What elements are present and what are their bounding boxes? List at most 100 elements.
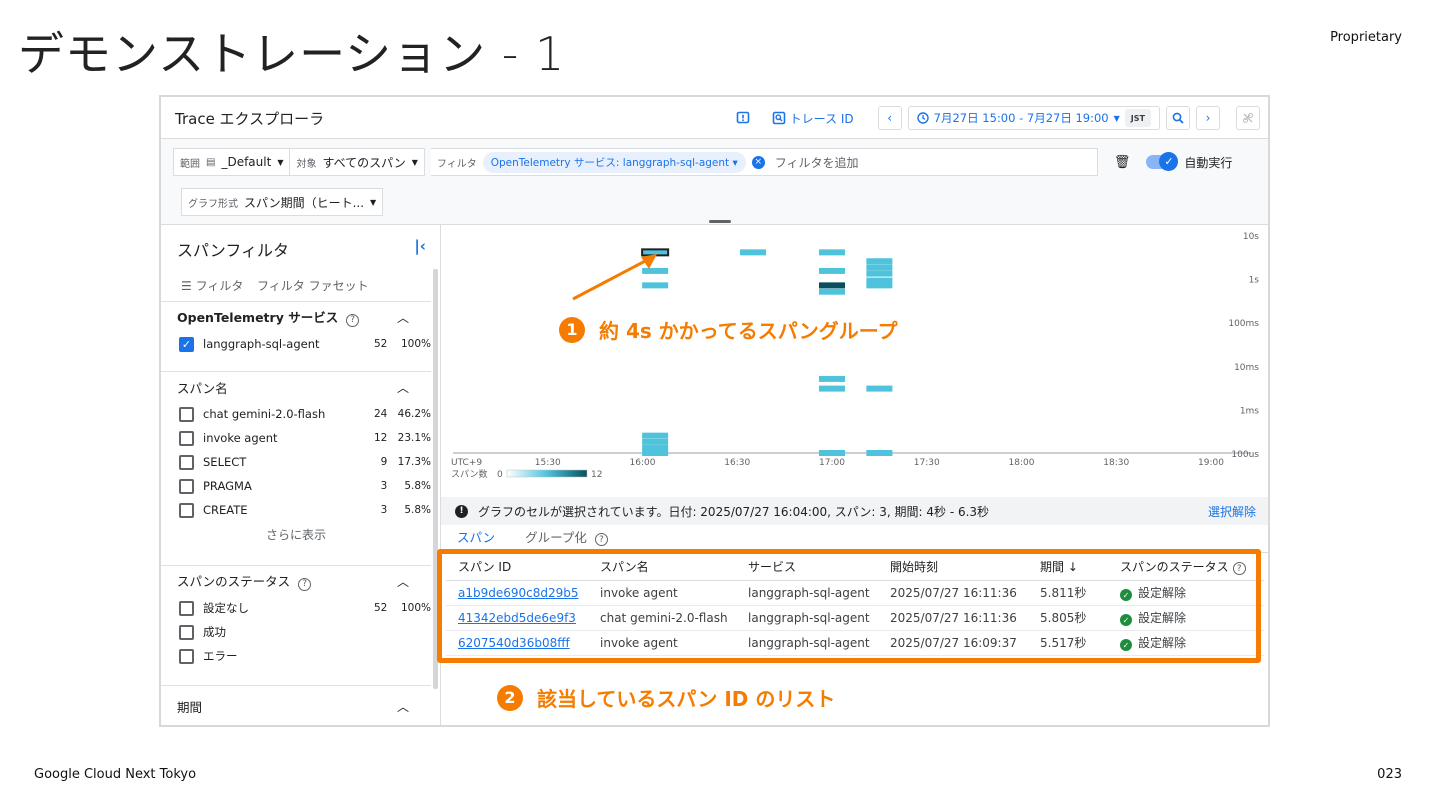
bucket-icon: ▤ (206, 156, 216, 168)
facet-option[interactable]: SELECT 9 17.3% (161, 450, 431, 474)
resize-handle[interactable] (709, 220, 731, 223)
x-tick-label: 16:00 (630, 458, 656, 468)
filter-input-box[interactable]: フィルタ OpenTelemetry サービス: langgraph-sql-a… (430, 148, 1098, 176)
dropdown-caret-icon: ▼ (1113, 113, 1120, 123)
timezone-badge[interactable]: JST (1124, 109, 1151, 127)
facet-header[interactable]: OpenTelemetry サービス ? ︿ (161, 302, 431, 332)
facet-header[interactable]: 期間 ︿ (161, 686, 431, 725)
collapse-sidebar-icon[interactable]: |‹ (414, 237, 426, 255)
highlight-span-list-box (437, 549, 1261, 663)
tab-filter[interactable]: フィルタ (196, 279, 244, 293)
chevron-up-icon[interactable]: ︿ (397, 698, 409, 715)
target-label: 対象 (296, 158, 317, 170)
disable-link-button[interactable] (1236, 106, 1260, 130)
x-tick-label: 15:30 (535, 458, 561, 468)
heatmap-cell (642, 438, 669, 445)
option-count: 24 (373, 408, 388, 420)
heatmap-cell (819, 249, 845, 256)
chevron-left-icon: ‹ (887, 111, 893, 125)
heatmap-cell (740, 249, 767, 256)
checkbox[interactable] (179, 600, 194, 616)
trace-id-button[interactable]: トレース ID (772, 110, 854, 127)
next-range-button[interactable]: › (1196, 106, 1220, 130)
checkbox[interactable] (179, 406, 194, 422)
facet-services: OpenTelemetry サービス ? ︿ ✓ langgraph-sql-a… (161, 301, 431, 356)
clear-selection-button[interactable]: 選択解除 (1208, 503, 1256, 520)
y-tick-label: 1s (1249, 276, 1260, 286)
zoom-button[interactable] (1166, 106, 1190, 130)
selection-message: グラフのセルが選択されています。日付: 2025/07/27 16:04:00,… (478, 504, 990, 519)
option-percent: 17.3% (397, 456, 431, 468)
header-actions: トレース ID ‹ 7月27日 15:00 - 7月27日 19:00 ▼ JS… (736, 105, 1260, 131)
annotation-number: 1 (559, 316, 585, 343)
time-range-value: 7月27日 15:00 - 7月27日 19:00 (933, 111, 1109, 125)
facet-option[interactable]: エラー (161, 644, 431, 668)
feedback-button[interactable] (736, 111, 750, 125)
checkbox[interactable] (179, 430, 194, 446)
option-count: 9 (380, 456, 388, 468)
facet-option[interactable]: 成功 (161, 620, 431, 644)
heatmap-cell (642, 432, 669, 439)
delete-icon[interactable]: 🗑 (1114, 155, 1131, 170)
page-number: 023 (1377, 767, 1402, 782)
facet-title: 期間 (177, 699, 203, 715)
checkbox-checked[interactable]: ✓ (179, 336, 194, 352)
scope-value: _Default (221, 155, 272, 169)
legend-max-label: 12 (591, 470, 602, 480)
prev-range-button[interactable]: ‹ (877, 106, 902, 130)
y-tick-label: 100ms (1228, 319, 1259, 329)
help-icon[interactable]: ? (298, 577, 312, 591)
auto-run-toggle[interactable]: 自動実行 (1146, 152, 1232, 171)
checkbox[interactable] (179, 478, 194, 494)
target-value: すべてのスパン (322, 155, 406, 170)
time-range-picker[interactable]: 7月27日 15:00 - 7月27日 19:00 ▼ JST (907, 106, 1160, 130)
chevron-up-icon[interactable]: ︿ (397, 573, 409, 590)
checkbox[interactable] (179, 624, 194, 640)
target-selector[interactable]: 対象 すべてのスパン ▼ (290, 148, 425, 176)
checkbox[interactable] (179, 502, 194, 518)
option-percent: 5.8% (404, 504, 431, 516)
y-tick-label: 1ms (1240, 406, 1259, 416)
scope-selector[interactable]: 範囲 ▤ _Default ▼ (173, 148, 291, 176)
checkbox[interactable] (179, 454, 194, 470)
heatmap-cell (866, 385, 893, 392)
filter-input[interactable]: フィルタを追加 (775, 154, 859, 171)
heatmap-cell (819, 288, 845, 295)
annotation-text: 約 4s かかってるスパングループ (599, 319, 898, 343)
toggle-switch[interactable] (1146, 152, 1179, 171)
link-off-icon (1242, 112, 1254, 124)
facet-option[interactable]: invoke agent 12 23.1% (161, 426, 431, 450)
heatmap-cell (866, 450, 893, 456)
facet-duration: 期間 ︿ (161, 685, 431, 725)
facet-option[interactable]: ✓ langgraph-sql-agent 52 100% (161, 332, 431, 356)
heatmap-cell (819, 282, 845, 289)
option-percent: 100% (400, 338, 431, 350)
heatmap-cell (819, 375, 845, 382)
facet-header[interactable]: スパン名 ︿ (161, 372, 431, 402)
facet-header[interactable]: スパンのステータス ? ︿ (161, 566, 431, 596)
remove-chip-icon[interactable]: × (751, 155, 765, 169)
facet-option[interactable]: chat gemini-2.0-flash 24 46.2% (161, 402, 431, 426)
x-tick-label: 16:30 (724, 458, 750, 468)
y-tick-label: 10s (1243, 232, 1259, 242)
tab-filter-facet[interactable]: フィルタ ファセット (257, 279, 369, 293)
help-icon[interactable]: ? (346, 313, 360, 327)
sidebar-tabs: ☰ フィルタ フィルタ ファセット (181, 277, 369, 294)
help-icon[interactable]: ? (594, 533, 608, 546)
checkbox[interactable] (179, 648, 194, 664)
filter-list-icon: ☰ (181, 279, 192, 293)
graph-type-selector[interactable]: グラフ形式 スパン期間（ヒート... ▼ (181, 188, 384, 216)
chevron-up-icon[interactable]: ︿ (397, 379, 409, 396)
chevron-up-icon[interactable]: ︿ (397, 309, 409, 326)
facet-option[interactable]: PRAGMA 3 5.8% (161, 474, 431, 498)
heatmap-cell (819, 450, 845, 456)
heatmap-cell (866, 258, 893, 265)
option-count: 52 (373, 338, 388, 350)
annotation-number: 2 (497, 684, 523, 711)
facet-option[interactable]: CREATE 3 5.8% (161, 498, 431, 522)
graph-type-label: グラフ形式 (188, 198, 238, 210)
facet-option[interactable]: 設定なし 52 100% (161, 596, 431, 620)
service-filter-chip[interactable]: OpenTelemetry サービス: langgraph-sql-agent … (482, 151, 746, 173)
selection-info-bar: ! グラフのセルが選択されています。日付: 2025/07/27 16:04:0… (441, 497, 1268, 525)
show-more-link[interactable]: さらに表示 (161, 522, 431, 548)
